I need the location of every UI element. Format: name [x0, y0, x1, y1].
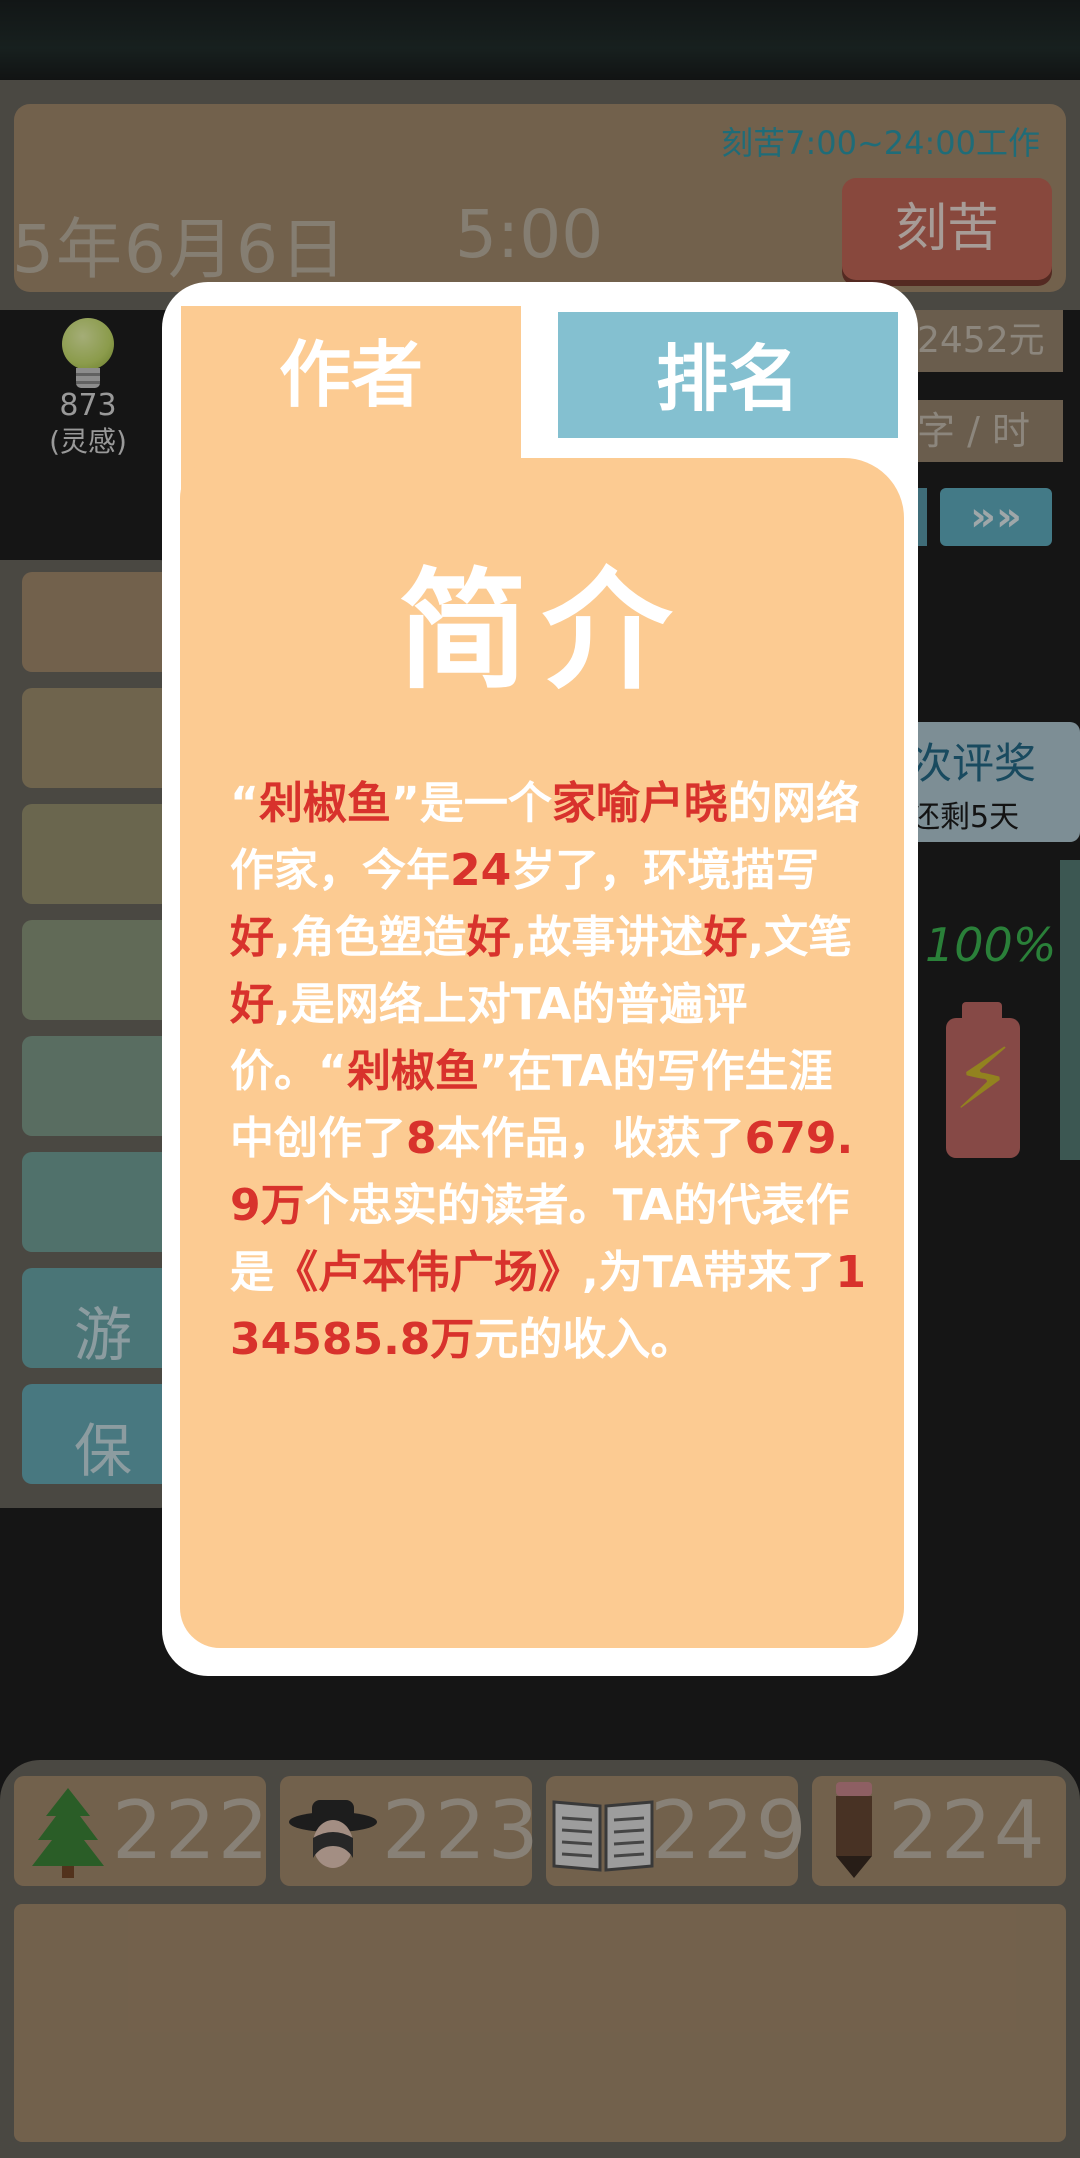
- author-intro-text: “剁椒鱼”是一个家喻户晓的网络作家，今年24岁了，环境描写好,角色塑造好,故事讲…: [230, 778, 866, 1365]
- tab-author-label: 作者: [278, 333, 423, 417]
- tab-ranking-label: 排名: [655, 337, 800, 421]
- author-age: 24: [450, 845, 512, 896]
- masterpiece-title: 《卢本伟广场》: [274, 1247, 582, 1298]
- fame-level: 家喻户晓: [551, 778, 728, 829]
- author-name: 剁椒鱼: [258, 778, 391, 829]
- works-count: 8: [406, 1113, 437, 1164]
- intro-title: 简介: [397, 555, 686, 707]
